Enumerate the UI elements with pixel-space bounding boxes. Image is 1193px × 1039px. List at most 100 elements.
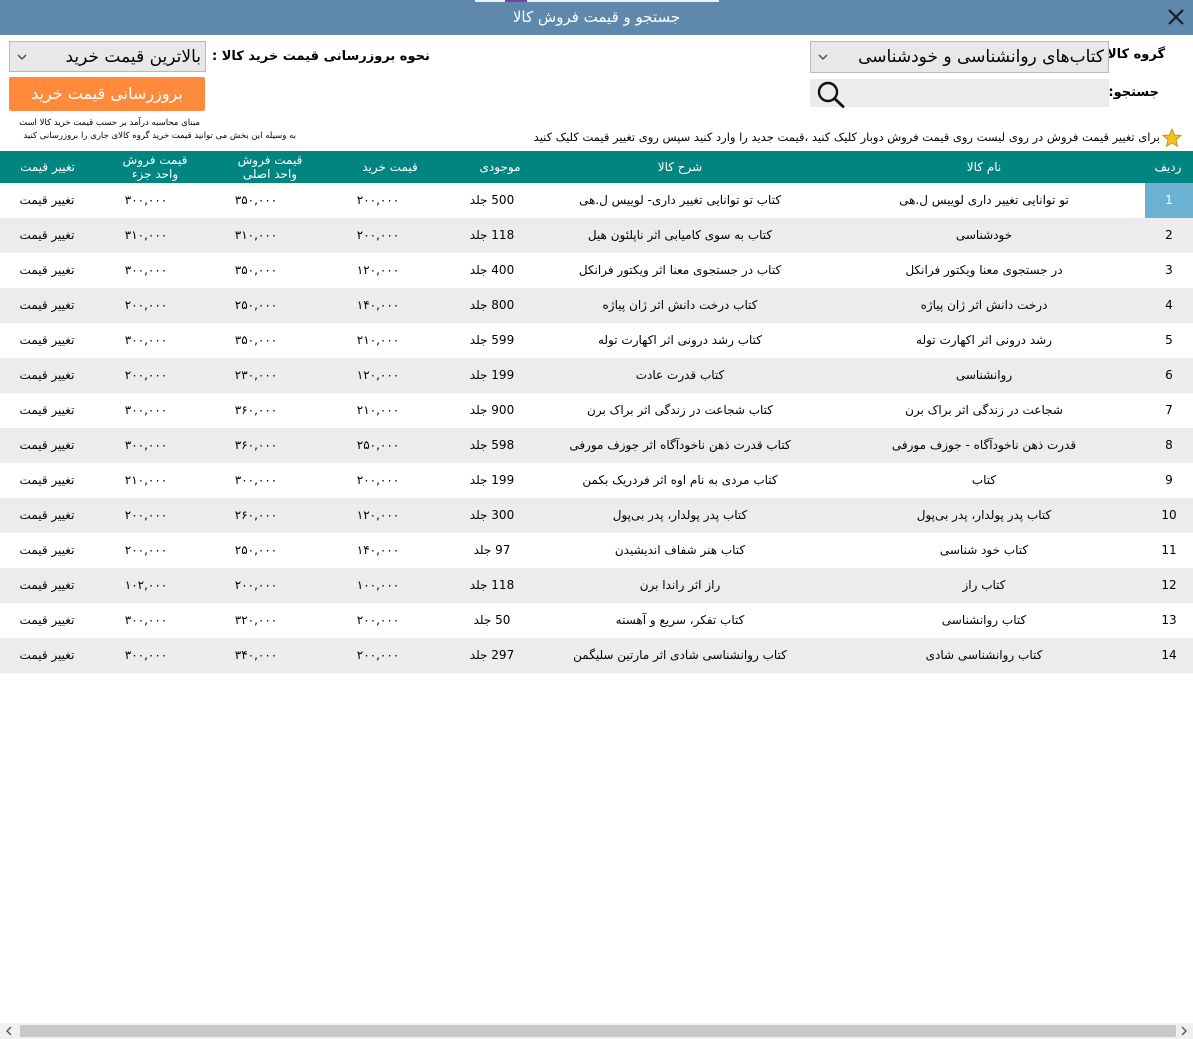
stock: 599 جلد xyxy=(469,333,515,347)
table-row[interactable]: 4 درخت دانش اثر ژان پیاژه کتاب درخت دانش… xyxy=(0,288,1193,323)
product-name: درخت دانش اثر ژان پیاژه xyxy=(920,298,1048,312)
stock: 598 جلد xyxy=(469,438,515,452)
sell-price-part[interactable]: ۳۱۰,۰۰۰ xyxy=(96,218,196,253)
table-row[interactable]: 12 کتاب راز راز اثر راندا برن 118 جلد ۱۰… xyxy=(0,568,1193,603)
product-description: کتاب تفکر، سریع و آهسته xyxy=(615,613,745,627)
table-row[interactable]: 11 کتاب خود شناسی کتاب هنر شفاف اندیشیدن… xyxy=(0,533,1193,568)
table-row[interactable]: 6 روانشناسی کتاب قدرت عادت 199 جلد ۱۲۰,۰… xyxy=(0,358,1193,393)
search-label: جستجو: xyxy=(1108,85,1159,100)
product-name: خودشناسی xyxy=(955,228,1013,242)
sell-price-main[interactable]: ۳۲۰,۰۰۰ xyxy=(206,603,306,638)
sell-price-part[interactable]: ۲۰۰,۰۰۰ xyxy=(96,358,196,393)
buy-price: ۱۴۰,۰۰۰ xyxy=(356,298,400,312)
product-name: شجاعت در زندگی اثر براک برن xyxy=(905,403,1063,417)
change-price-button[interactable]: تغییر قیمت xyxy=(0,463,94,498)
sell-price-part[interactable]: ۲۰۰,۰۰۰ xyxy=(96,288,196,323)
sell-price-main[interactable]: ۲۰۰,۰۰۰ xyxy=(206,568,306,603)
table-row[interactable]: 1 تو توانایی تغییر داری لوییس ل.هی کتاب … xyxy=(0,183,1193,218)
scroll-right-icon[interactable] xyxy=(1179,1026,1189,1036)
update-mode-label: نحوه بروزرسانی قیمت خرید کالا : xyxy=(212,49,430,64)
sell-price-main[interactable]: ۲۵۰,۰۰۰ xyxy=(206,288,306,323)
update-purchase-price-button[interactable]: بروزرسانی قیمت خرید xyxy=(9,77,205,111)
product-description: کتاب به سوی کامیابی اثر ناپلئون هیل xyxy=(587,228,773,242)
scrollbar-thumb[interactable] xyxy=(20,1025,1176,1037)
sell-price-main[interactable]: ۳۵۰,۰۰۰ xyxy=(206,183,306,218)
sell-price-part[interactable]: ۲۰۰,۰۰۰ xyxy=(96,498,196,533)
horizontal-scrollbar[interactable] xyxy=(0,1023,1193,1039)
update-mode-select[interactable]: بالاترین قیمت خرید xyxy=(9,41,206,72)
table-row[interactable]: 8 قدرت ذهن ناخودآگاه - جوزف مورفی کتاب ق… xyxy=(0,428,1193,463)
stock: 199 جلد xyxy=(469,473,515,487)
group-select[interactable]: کتاب‌های روانشناسی و خودشناسی xyxy=(810,41,1109,73)
col-stock: موجودی xyxy=(479,160,521,174)
sell-price-part[interactable]: ۳۰۰,۰۰۰ xyxy=(96,183,196,218)
sell-price-part[interactable]: ۳۰۰,۰۰۰ xyxy=(96,428,196,463)
product-name: کتاب روانشناسی شادی xyxy=(925,648,1043,662)
change-price-button[interactable]: تغییر قیمت xyxy=(0,288,94,323)
sell-price-part[interactable]: ۳۰۰,۰۰۰ xyxy=(96,638,196,673)
sell-price-part[interactable]: ۳۰۰,۰۰۰ xyxy=(96,323,196,358)
sell-price-main[interactable]: ۳۵۰,۰۰۰ xyxy=(206,253,306,288)
change-price-button[interactable]: تغییر قیمت xyxy=(0,253,94,288)
stock: 199 جلد xyxy=(469,368,515,382)
change-price-button[interactable]: تغییر قیمت xyxy=(0,638,94,673)
sell-price-main[interactable]: ۳۰۰,۰۰۰ xyxy=(206,463,306,498)
product-description: کتاب تو توانایی تغییر داری- لوییس ل.هی xyxy=(578,193,782,207)
change-price-button[interactable]: تغییر قیمت xyxy=(0,393,94,428)
stock: 118 جلد xyxy=(469,228,515,242)
close-button[interactable] xyxy=(1163,4,1189,30)
stock: 900 جلد xyxy=(469,403,515,417)
change-price-button[interactable]: تغییر قیمت xyxy=(0,533,94,568)
buy-price: ۱۲۰,۰۰۰ xyxy=(356,368,400,382)
sell-price-main[interactable]: ۲۳۰,۰۰۰ xyxy=(206,358,306,393)
sell-price-part[interactable]: ۲۱۰,۰۰۰ xyxy=(96,463,196,498)
buy-price: ۲۰۰,۰۰۰ xyxy=(356,228,400,242)
sell-price-main[interactable]: ۳۱۰,۰۰۰ xyxy=(206,218,306,253)
table-row[interactable]: 2 خودشناسی کتاب به سوی کامیابی اثر ناپلئ… xyxy=(0,218,1193,253)
change-price-button[interactable]: تغییر قیمت xyxy=(0,323,94,358)
stock: 97 جلد xyxy=(473,543,511,557)
table-row[interactable]: 7 شجاعت در زندگی اثر براک برن کتاب شجاعت… xyxy=(0,393,1193,428)
product-description: کتاب شجاعت در زندگی اثر براک برن xyxy=(587,403,773,417)
sell-price-main[interactable]: ۳۵۰,۰۰۰ xyxy=(206,323,306,358)
sell-price-part[interactable]: ۱۰۲,۰۰۰ xyxy=(96,568,196,603)
sell-price-main[interactable]: ۳۴۰,۰۰۰ xyxy=(206,638,306,673)
change-price-button[interactable]: تغییر قیمت xyxy=(0,603,94,638)
col-change: تغییر قیمت xyxy=(20,160,75,174)
sell-price-part[interactable]: ۳۰۰,۰۰۰ xyxy=(96,603,196,638)
change-price-button[interactable]: تغییر قیمت xyxy=(0,218,94,253)
col-buy-price: قیمت خرید xyxy=(362,160,418,174)
table-row[interactable]: 13 کتاب روانشناسی کتاب تفکر، سریع و آهست… xyxy=(0,603,1193,638)
scroll-left-icon[interactable] xyxy=(4,1026,14,1036)
sell-price-main[interactable]: ۲۶۰,۰۰۰ xyxy=(206,498,306,533)
sell-price-part[interactable]: ۳۰۰,۰۰۰ xyxy=(96,393,196,428)
sell-price-main[interactable]: ۳۶۰,۰۰۰ xyxy=(206,428,306,463)
note-line-1: مبنای محاسبه درآمد بر حسب قیمت خرید کالا… xyxy=(19,118,200,128)
change-price-button[interactable]: تغییر قیمت xyxy=(0,358,94,393)
change-price-button[interactable]: تغییر قیمت xyxy=(0,568,94,603)
product-name: کتاب خود شناسی xyxy=(939,543,1029,557)
stock: 300 جلد xyxy=(469,508,515,522)
search-icon[interactable] xyxy=(816,80,846,108)
change-price-button[interactable]: تغییر قیمت xyxy=(0,498,94,533)
sell-price-main[interactable]: ۳۶۰,۰۰۰ xyxy=(206,393,306,428)
sell-price-part[interactable]: ۳۰۰,۰۰۰ xyxy=(96,253,196,288)
change-price-button[interactable]: تغییر قیمت xyxy=(0,183,94,218)
title-bar: جستجو و قیمت فروش کالا xyxy=(0,0,1193,35)
table-row[interactable]: 14 کتاب روانشناسی شادی کتاب روانشناسی شا… xyxy=(0,638,1193,673)
buy-price: ۱۲۰,۰۰۰ xyxy=(356,508,400,522)
table-row[interactable]: 3 در جستجوی معنا ویکتور فرانکل کتاب در ج… xyxy=(0,253,1193,288)
update-mode-value: بالاترین قیمت خرید xyxy=(65,47,201,67)
change-price-button[interactable]: تغییر قیمت xyxy=(0,428,94,463)
grid-header: ردیف نام کالا شرح کالا موجودی قیمت خرید … xyxy=(0,151,1193,183)
product-description: کتاب رشد درونی اثر اکهارت توله xyxy=(597,333,763,347)
table-row[interactable]: 5 رشد درونی اثر اکهارت توله کتاب رشد درو… xyxy=(0,323,1193,358)
table-row[interactable]: 9 کتاب کتاب مردی به نام اوه اثر فردریک ب… xyxy=(0,463,1193,498)
product-name: رشد درونی اثر اکهارت توله xyxy=(916,333,1052,347)
chevron-down-icon xyxy=(818,54,828,60)
table-row[interactable]: 10 کتاب پدر پولدار، پدر بی‌پول کتاب پدر … xyxy=(0,498,1193,533)
buy-price: ۲۵۰,۰۰۰ xyxy=(356,438,400,452)
sell-price-main[interactable]: ۲۵۰,۰۰۰ xyxy=(206,533,306,568)
search-input[interactable] xyxy=(854,79,1106,107)
sell-price-part[interactable]: ۲۰۰,۰۰۰ xyxy=(96,533,196,568)
